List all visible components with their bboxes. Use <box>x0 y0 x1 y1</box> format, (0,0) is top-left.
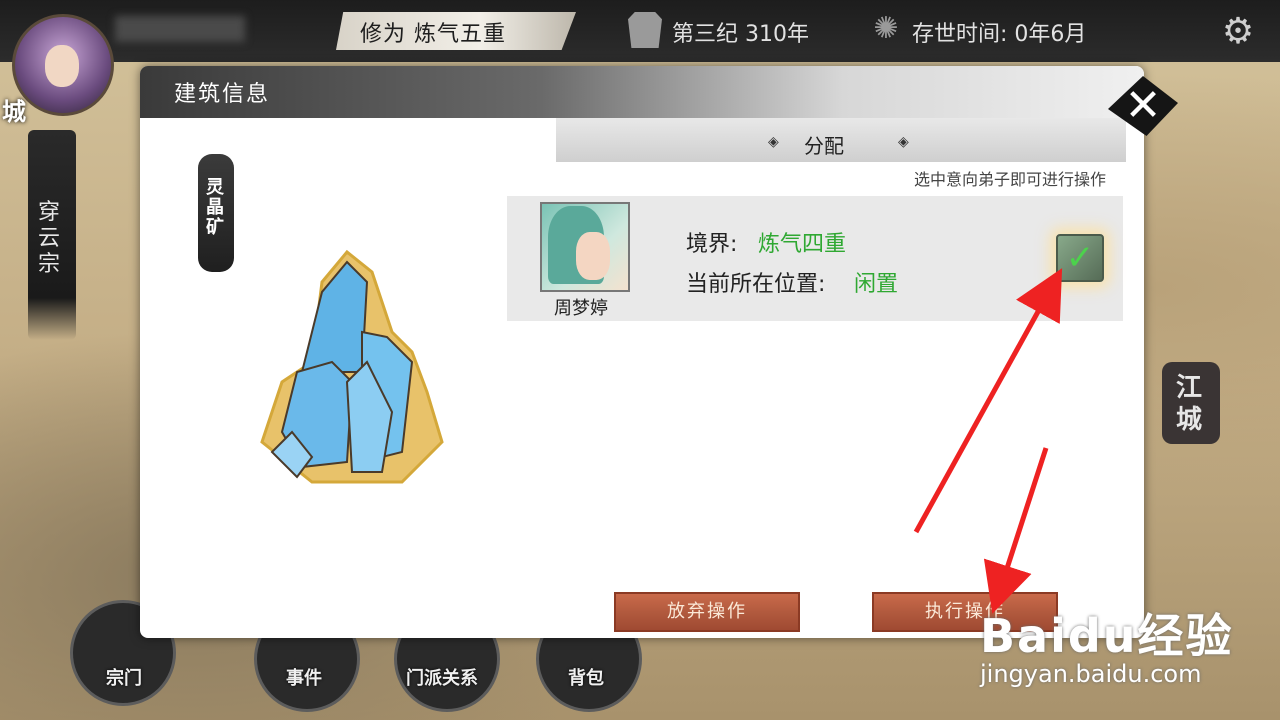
cultivation-level: 修为 炼气五重 <box>360 22 506 47</box>
ornament-left-icon: ◈ <box>768 134 779 150</box>
assign-section-title: 分配 <box>804 134 844 158</box>
calendar-icon <box>628 12 662 48</box>
watermark-brand: Baidu经验 <box>980 609 1234 663</box>
player-avatar[interactable] <box>12 14 114 116</box>
portrait-face <box>576 232 610 280</box>
realm-value: 炼气四重 <box>758 232 847 257</box>
disciple-name: 周梦婷 <box>554 298 608 319</box>
nav-events-label: 事件 <box>286 668 322 689</box>
spirit-crystal-icon <box>260 249 444 484</box>
cancel-operation-button[interactable]: 放弃操作 <box>614 592 800 632</box>
nav-bag-label: 背包 <box>568 668 604 689</box>
location-label: 当前所在位置: <box>686 272 826 297</box>
sect-name: 穿云宗 <box>38 200 61 277</box>
nav-sect-label: 宗门 <box>106 668 142 689</box>
era-year: 第三纪 310年 <box>672 22 809 47</box>
dialog-header <box>140 66 1144 118</box>
nav-relations-label: 门派关系 <box>406 668 478 689</box>
baidu-watermark: Baidu经验 jingyan.baidu.com <box>980 600 1234 688</box>
ornament-right-icon: ◈ <box>898 134 909 150</box>
right-city-label: 江城 <box>1176 373 1203 435</box>
gear-icon[interactable]: ⚙ <box>1218 12 1258 52</box>
select-checkbox[interactable]: ✓ <box>1056 234 1104 282</box>
player-name-obscured <box>115 16 245 42</box>
avatar-face <box>45 45 79 87</box>
selection-hint: 选中意向弟子即可进行操作 <box>914 170 1107 189</box>
realm-label: 境界: <box>686 232 738 257</box>
building-info-dialog: 建筑信息 灵晶矿 ◈ 分配 ◈ 选中意向弟子即可进行操作 周梦婷 境界: 炼气四… <box>140 66 1144 638</box>
watermark-url: jingyan.baidu.com <box>980 660 1202 688</box>
dialog-title: 建筑信息 <box>174 82 271 107</box>
survival-time: 存世时间: 0年6月 <box>912 22 1087 47</box>
location-value: 闲置 <box>854 272 899 297</box>
checkmark-icon: ✓ <box>1065 238 1095 278</box>
building-name: 灵晶矿 <box>206 177 224 238</box>
time-icon: ✺ <box>873 11 899 46</box>
